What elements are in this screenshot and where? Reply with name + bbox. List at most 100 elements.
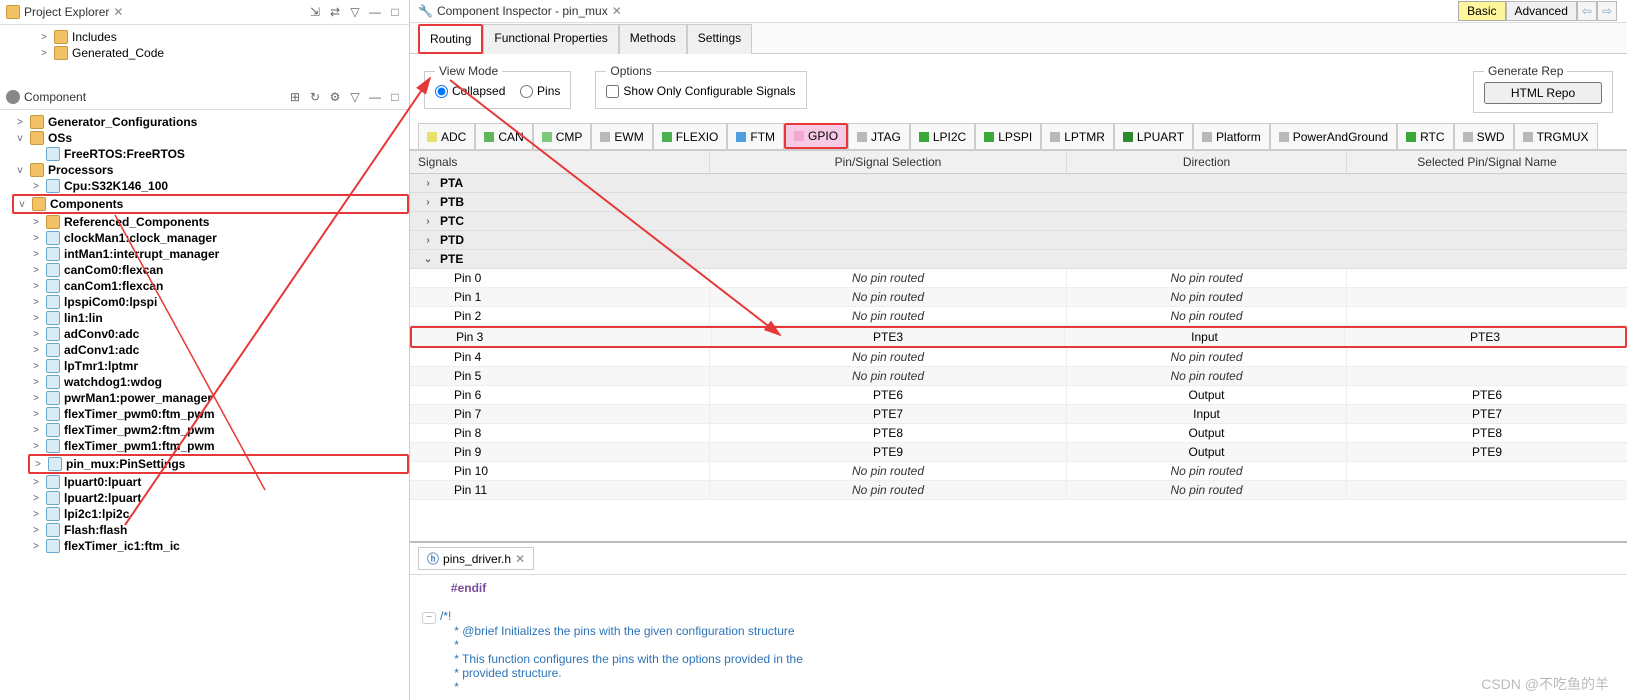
- refresh-icon[interactable]: ↻: [307, 89, 323, 105]
- pin-row[interactable]: Pin 9PTE9OutputPTE9: [410, 443, 1627, 462]
- subtab-functional-properties[interactable]: Functional Properties: [483, 24, 618, 54]
- link-icon[interactable]: ⇄: [327, 4, 343, 20]
- filter-cmp[interactable]: CMP: [533, 123, 592, 149]
- html-report-button[interactable]: HTML Repo: [1484, 82, 1602, 104]
- pin-row[interactable]: Pin 2No pin routedNo pin routed: [410, 307, 1627, 326]
- menu-icon[interactable]: ▽: [347, 89, 363, 105]
- components-tree[interactable]: >Generator_ConfigurationsvOSsFreeRTOS:Fr…: [0, 110, 409, 700]
- generate-report-fieldset: Generate Rep HTML Repo: [1473, 64, 1613, 113]
- filter-icon[interactable]: ⊞: [287, 89, 303, 105]
- code-file-tab[interactable]: ⓗ pins_driver.h ✕: [418, 547, 534, 570]
- tree-item[interactable]: >Cpu:S32K146_100: [28, 178, 409, 194]
- nav-back-icon[interactable]: ⇦: [1577, 1, 1597, 21]
- tree-item[interactable]: >lpuart0:lpuart: [28, 474, 409, 490]
- filter-rtc[interactable]: RTC: [1397, 123, 1453, 149]
- tree-item[interactable]: >Includes: [36, 29, 409, 45]
- view-mode-legend: View Mode: [435, 64, 502, 78]
- filter-lpuart[interactable]: LPUART: [1114, 123, 1193, 149]
- tree-item[interactable]: >Generated_Code: [36, 45, 409, 61]
- peripheral-filter-tabs[interactable]: ADCCANCMPEWMFLEXIOFTMGPIOJTAGLPI2CLPSPIL…: [410, 123, 1627, 150]
- tree-item[interactable]: >adConv0:adc: [28, 326, 409, 342]
- pin-row[interactable]: Pin 4No pin routedNo pin routed: [410, 348, 1627, 367]
- tree-item[interactable]: >Generator_Configurations: [12, 114, 409, 130]
- pin-grid[interactable]: Signals Pin/Signal Selection Direction S…: [410, 150, 1627, 541]
- tree-item[interactable]: >Referenced_Components: [28, 214, 409, 230]
- tree-item[interactable]: >canCom0:flexcan: [28, 262, 409, 278]
- filter-powerandground[interactable]: PowerAndGround: [1270, 123, 1397, 149]
- filter-lptmr[interactable]: LPTMR: [1041, 123, 1114, 149]
- inspector-tab-bar: 🔧 Component Inspector - pin_mux ✕ Basic …: [410, 0, 1627, 23]
- subtab-routing[interactable]: Routing: [418, 24, 483, 54]
- tree-item[interactable]: >lin1:lin: [28, 310, 409, 326]
- menu-icon[interactable]: ▽: [347, 4, 363, 20]
- tree-item[interactable]: >adConv1:adc: [28, 342, 409, 358]
- filter-ftm[interactable]: FTM: [727, 123, 784, 149]
- tree-item[interactable]: >clockMan1:clock_manager: [28, 230, 409, 246]
- pin-row[interactable]: Pin 6PTE6OutputPTE6: [410, 386, 1627, 405]
- filter-platform[interactable]: Platform: [1193, 123, 1270, 149]
- tree-item[interactable]: >flexTimer_ic1:ftm_ic: [28, 538, 409, 554]
- mode-basic[interactable]: Basic: [1458, 1, 1505, 21]
- radio-collapsed[interactable]: [435, 85, 448, 98]
- pin-row[interactable]: Pin 1No pin routedNo pin routed: [410, 288, 1627, 307]
- filter-lpspi[interactable]: LPSPI: [975, 123, 1041, 149]
- min-icon[interactable]: —: [367, 89, 383, 105]
- tree-item[interactable]: >flexTimer_pwm0:ftm_pwm: [28, 406, 409, 422]
- tree-item[interactable]: >lpi2c1:lpi2c: [28, 506, 409, 522]
- port-row[interactable]: ›PTD: [410, 231, 1627, 250]
- close-icon[interactable]: ✕: [612, 4, 622, 18]
- pin-row[interactable]: Pin 11No pin routedNo pin routed: [410, 481, 1627, 500]
- tree-item[interactable]: FreeRTOS:FreeRTOS: [28, 146, 409, 162]
- filter-flexio[interactable]: FLEXIO: [653, 123, 728, 149]
- port-row[interactable]: ›PTB: [410, 193, 1627, 212]
- tree-item[interactable]: >Flash:flash: [28, 522, 409, 538]
- inspector-subtabs[interactable]: RoutingFunctional PropertiesMethodsSetti…: [410, 23, 1627, 54]
- pin-row[interactable]: Pin 5No pin routedNo pin routed: [410, 367, 1627, 386]
- radio-pins[interactable]: [520, 85, 533, 98]
- close-icon[interactable]: ✕: [515, 552, 525, 566]
- tree-item[interactable]: >watchdog1:wdog: [28, 374, 409, 390]
- collapse-all-icon[interactable]: ⇲: [307, 4, 323, 20]
- filter-jtag[interactable]: JTAG: [848, 123, 910, 149]
- filter-lpi2c[interactable]: LPI2C: [910, 123, 975, 149]
- tree-item[interactable]: >lpspiCom0:lpspi: [28, 294, 409, 310]
- tree-item[interactable]: >lpuart2:lpuart: [28, 490, 409, 506]
- chk-show-only[interactable]: [606, 85, 619, 98]
- tree-item[interactable]: >intMan1:interrupt_manager: [28, 246, 409, 262]
- filter-can[interactable]: CAN: [475, 123, 532, 149]
- mode-advanced[interactable]: Advanced: [1506, 1, 1577, 21]
- pin-row[interactable]: Pin 3PTE3InputPTE3: [410, 326, 1627, 348]
- tree-item[interactable]: vOSs: [12, 130, 409, 146]
- max-icon[interactable]: □: [387, 89, 403, 105]
- port-row[interactable]: ⌄PTE: [410, 250, 1627, 269]
- subtab-settings[interactable]: Settings: [687, 24, 752, 54]
- code-view: ⓗ pins_driver.h ✕ #endif −/*! * @brief I…: [410, 541, 1627, 700]
- filter-ewm[interactable]: EWM: [591, 123, 652, 149]
- tree-item[interactable]: vProcessors: [12, 162, 409, 178]
- port-row[interactable]: ›PTA: [410, 174, 1627, 193]
- max-icon[interactable]: □: [387, 4, 403, 20]
- tree-item[interactable]: vComponents: [12, 194, 409, 214]
- filter-swd[interactable]: SWD: [1454, 123, 1514, 149]
- nav-fwd-icon[interactable]: ⇨: [1597, 1, 1617, 21]
- close-icon[interactable]: ✕: [113, 5, 123, 19]
- project-explorer-tree[interactable]: >Includes>Generated_Code: [0, 25, 409, 85]
- min-icon[interactable]: —: [367, 4, 383, 20]
- tree-item[interactable]: >canCom1:flexcan: [28, 278, 409, 294]
- code-body[interactable]: #endif −/*! * @brief Initializes the pin…: [410, 575, 1627, 700]
- tree-item[interactable]: >pwrMan1:power_manager: [28, 390, 409, 406]
- pin-row[interactable]: Pin 8PTE8OutputPTE8: [410, 424, 1627, 443]
- settings-icon[interactable]: ⚙: [327, 89, 343, 105]
- subtab-methods[interactable]: Methods: [619, 24, 687, 54]
- filter-trgmux[interactable]: TRGMUX: [1514, 123, 1598, 149]
- filter-gpio[interactable]: GPIO: [784, 123, 848, 149]
- pin-row[interactable]: Pin 10No pin routedNo pin routed: [410, 462, 1627, 481]
- tree-item[interactable]: >flexTimer_pwm1:ftm_pwm: [28, 438, 409, 454]
- tree-item[interactable]: >flexTimer_pwm2:ftm_pwm: [28, 422, 409, 438]
- filter-adc[interactable]: ADC: [418, 123, 475, 149]
- port-row[interactable]: ›PTC: [410, 212, 1627, 231]
- tree-item[interactable]: >pin_mux:PinSettings: [28, 454, 409, 474]
- tree-item[interactable]: >lpTmr1:lptmr: [28, 358, 409, 374]
- pin-row[interactable]: Pin 7PTE7InputPTE7: [410, 405, 1627, 424]
- pin-row[interactable]: Pin 0No pin routedNo pin routed: [410, 269, 1627, 288]
